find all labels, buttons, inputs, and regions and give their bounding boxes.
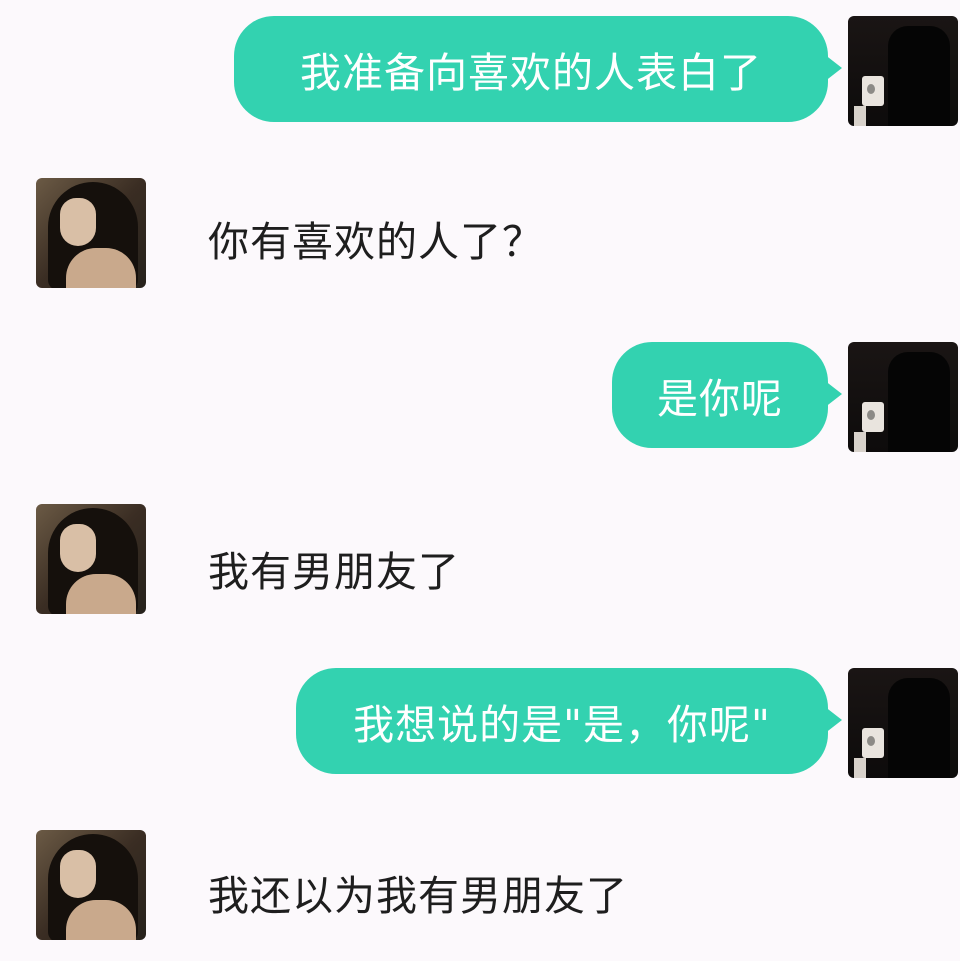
message-bubble-sent[interactable]: 是你呢 [612, 342, 842, 448]
receiver-avatar[interactable] [36, 830, 146, 940]
message-text: 我想说的是"是，你呢" [353, 701, 771, 749]
message-bubble-sent[interactable]: 我想说的是"是，你呢" [296, 668, 842, 774]
message-row-sent: 我准备向喜欢的人表白了 [0, 14, 960, 126]
sender-avatar[interactable] [848, 16, 958, 126]
message-text: 我准备向喜欢的人表白了 [300, 49, 762, 97]
message-row-received: 我还以为我有男朋友了 [0, 830, 960, 942]
message-row-sent: 是你呢 [0, 340, 960, 452]
message-text-received[interactable]: 你有喜欢的人了？ [208, 208, 544, 268]
receiver-avatar[interactable] [36, 178, 146, 288]
message-row-received: 我有男朋友了 [0, 504, 960, 616]
message-text-received[interactable]: 我有男朋友了 [208, 538, 460, 598]
sender-avatar[interactable] [848, 342, 958, 452]
message-text: 是你呢 [657, 375, 783, 423]
sender-avatar[interactable] [848, 668, 958, 778]
message-text-received[interactable]: 我还以为我有男朋友了 [208, 862, 628, 922]
message-bubble-sent[interactable]: 我准备向喜欢的人表白了 [234, 16, 842, 122]
receiver-avatar[interactable] [36, 504, 146, 614]
message-row-sent: 我想说的是"是，你呢" [0, 666, 960, 778]
message-row-received: 你有喜欢的人了？ [0, 178, 960, 290]
chat-conversation: 我准备向喜欢的人表白了 你有喜欢的人了？ 是你呢 我有男朋友了 我想说的是"是，… [0, 0, 960, 961]
